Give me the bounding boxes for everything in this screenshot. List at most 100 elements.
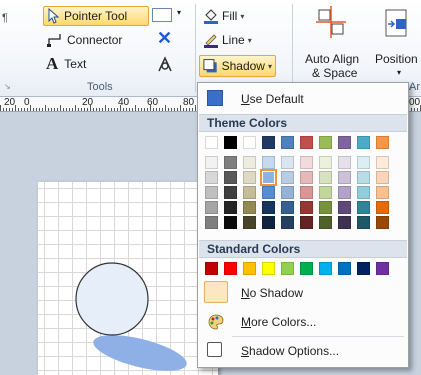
ruler-tick [84,108,85,111]
theme-shade-swatch[interactable] [262,201,275,214]
theme-shade-swatch[interactable] [300,186,313,199]
theme-shade-swatch[interactable] [205,216,218,229]
theme-color-swatch[interactable] [262,136,275,149]
standard-color-swatch[interactable] [205,262,218,275]
theme-shade-swatch[interactable] [338,156,351,169]
standard-color-swatch[interactable] [281,262,294,275]
connection-point-icon[interactable] [156,55,174,73]
theme-color-swatch[interactable] [300,136,313,149]
rectangle-shape-icon[interactable] [152,8,172,22]
ruler-tick [21,108,22,111]
standard-color-swatch[interactable] [376,262,389,275]
theme-color-swatch[interactable] [243,136,256,149]
close-x-icon[interactable]: ✕ [157,28,172,49]
theme-color-swatch[interactable] [281,136,294,149]
use-default-item[interactable]: Use Default [199,87,407,111]
ruler-tick [414,108,415,111]
no-shadow-item[interactable]: No Shadow [199,281,407,305]
theme-shade-swatch[interactable] [205,186,218,199]
auto-align-space-button[interactable]: Auto Align & Space [298,4,366,80]
theme-shade-swatch[interactable] [281,186,294,199]
theme-shade-swatch[interactable] [262,186,275,199]
standard-color-swatch[interactable] [319,262,332,275]
dialog-launcher-icon[interactable]: ↘ [4,82,11,91]
theme-color-swatch[interactable] [319,136,332,149]
theme-shade-swatch[interactable] [224,171,237,184]
theme-shade-swatch[interactable] [376,186,389,199]
theme-shade-swatch[interactable] [243,186,256,199]
chevron-down-icon[interactable]: ▾ [177,8,181,17]
ruler-tick [132,108,133,111]
theme-shade-swatch[interactable] [300,216,313,229]
theme-shade-swatch[interactable] [243,201,256,214]
theme-color-swatch[interactable] [357,136,370,149]
theme-color-swatch[interactable] [376,136,389,149]
theme-shade-swatch[interactable] [243,216,256,229]
circle-shape[interactable] [75,262,149,336]
theme-shade-swatch[interactable] [224,201,237,214]
theme-shade-swatch[interactable] [376,201,389,214]
standard-color-swatch[interactable] [338,262,351,275]
theme-shade-swatch[interactable] [224,216,237,229]
theme-shade-swatch[interactable] [357,201,370,214]
theme-shade-swatch[interactable] [205,156,218,169]
theme-shade-swatch[interactable] [243,156,256,169]
shadow-options-item[interactable]: Shadow Options... [199,339,407,363]
line-button[interactable]: Line ▾ [200,30,255,50]
text-tool-button[interactable]: A Text [43,54,89,74]
ruler-tick [141,108,142,111]
ruler-tick [54,108,55,111]
connector-button[interactable]: Connector [43,30,125,50]
standard-color-swatch[interactable] [357,262,370,275]
theme-shade-swatch[interactable] [205,171,218,184]
theme-shade-swatch[interactable] [376,171,389,184]
shadow-button[interactable]: Shadow ▾ [199,55,276,77]
ruler-tick [411,108,412,111]
shadow-options-label: Shadow Options... [241,344,340,358]
theme-shade-swatch[interactable] [376,216,389,229]
fill-button[interactable]: Fill ▾ [200,6,247,26]
theme-shade-swatch[interactable] [300,201,313,214]
ruler-tick [114,108,115,111]
theme-shade-swatch[interactable] [319,186,332,199]
theme-shade-swatch[interactable] [300,156,313,169]
theme-shade-swatch[interactable] [338,201,351,214]
theme-shade-swatch[interactable] [319,201,332,214]
theme-color-swatch[interactable] [224,136,237,149]
theme-shade-swatch[interactable] [376,156,389,169]
theme-shade-swatch[interactable] [357,186,370,199]
theme-shade-swatch[interactable] [300,171,313,184]
standard-color-swatch[interactable] [224,262,237,275]
theme-shade-swatch[interactable] [224,156,237,169]
theme-shade-swatch[interactable] [224,186,237,199]
theme-shade-swatch[interactable] [205,201,218,214]
standard-color-swatch[interactable] [262,262,275,275]
theme-shade-swatch[interactable] [281,156,294,169]
theme-shade-swatch[interactable] [319,171,332,184]
standard-color-swatch[interactable] [243,262,256,275]
theme-shade-swatch[interactable] [319,156,332,169]
theme-shade-swatch[interactable] [357,216,370,229]
theme-shade-swatch[interactable] [262,216,275,229]
theme-shade-swatch[interactable] [357,156,370,169]
theme-color-swatch[interactable] [205,136,218,149]
more-colors-item[interactable]: More Colors... [199,310,407,334]
auto-align-icon [316,6,346,38]
theme-shade-swatch[interactable] [338,216,351,229]
theme-shade-swatch[interactable] [281,201,294,214]
theme-shade-swatch[interactable] [357,171,370,184]
theme-shade-swatch[interactable] [281,171,294,184]
show-hide-paragraph-button[interactable]: ¶ [2,12,8,24]
theme-shade-swatch[interactable] [281,216,294,229]
theme-shade-swatch[interactable] [262,156,275,169]
theme-shade-swatch[interactable] [243,171,256,184]
theme-shade-swatch[interactable] [338,171,351,184]
standard-color-swatch[interactable] [300,262,313,275]
position-button[interactable]: Position ▾ [370,4,421,78]
theme-shade-swatch[interactable] [338,186,351,199]
theme-color-swatch[interactable] [338,136,351,149]
theme-shade-swatch[interactable] [260,169,277,186]
pointer-tool-button[interactable]: Pointer Tool [43,6,149,26]
theme-shade-swatch[interactable] [319,216,332,229]
ruler-tick [120,105,121,111]
